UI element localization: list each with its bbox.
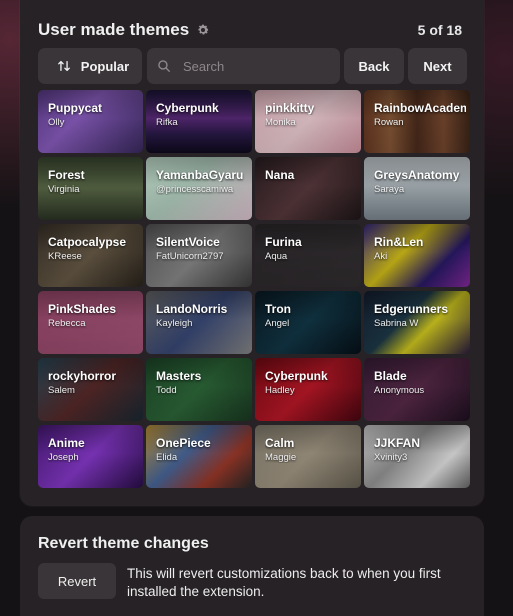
theme-author: Rifka bbox=[156, 117, 178, 128]
theme-tile[interactable]: PinkShades Rebecca bbox=[38, 291, 143, 354]
theme-author: Elida bbox=[156, 452, 178, 463]
theme-author: Sabrina W bbox=[374, 318, 419, 329]
gear-icon[interactable] bbox=[196, 23, 210, 37]
theme-author: Hadley bbox=[265, 385, 295, 396]
theme-tile[interactable]: Rin&Len Aki bbox=[364, 224, 470, 287]
theme-author: Kayleigh bbox=[156, 318, 193, 329]
user-themes-panel: User made themes 5 of 18 Popular Back Ne… bbox=[20, 0, 484, 506]
page-count: 5 of 18 bbox=[417, 22, 462, 38]
theme-author: Virginia bbox=[48, 184, 80, 195]
theme-tile[interactable]: YamanbaGyaru @princesscamiwa bbox=[146, 157, 252, 220]
theme-name: Catpocalypse bbox=[48, 235, 127, 249]
theme-tile[interactable]: Catpocalypse KReese bbox=[38, 224, 143, 287]
theme-tile[interactable]: RainbowAcademy Rowan bbox=[364, 90, 470, 153]
theme-name: Cyberpunk bbox=[265, 369, 328, 383]
theme-tile[interactable]: Furina Aqua bbox=[255, 224, 361, 287]
back-button[interactable]: Back bbox=[344, 48, 404, 84]
theme-tile[interactable]: Calm Maggie bbox=[255, 425, 361, 488]
theme-name: YamanbaGyaru bbox=[156, 168, 244, 182]
theme-name: LandoNorris bbox=[156, 302, 228, 316]
theme-author: Olly bbox=[48, 117, 65, 128]
theme-author: Angel bbox=[265, 318, 290, 329]
theme-name: Blade bbox=[374, 369, 407, 383]
search-input[interactable] bbox=[181, 57, 335, 75]
theme-author: KReese bbox=[48, 251, 82, 262]
theme-tile[interactable]: pinkkitty Monika bbox=[255, 90, 361, 153]
theme-tile[interactable]: LandoNorris Kayleigh bbox=[146, 291, 252, 354]
theme-tile[interactable]: Blade Anonymous bbox=[364, 358, 470, 421]
theme-name: pinkkitty bbox=[265, 101, 315, 115]
theme-author: @princesscamiwa bbox=[156, 184, 234, 195]
theme-tile[interactable]: rockyhorror Salem bbox=[38, 358, 143, 421]
theme-author: Rowan bbox=[374, 117, 404, 128]
toolbar: Popular Back Next bbox=[38, 48, 467, 84]
revert-button[interactable]: Revert bbox=[38, 563, 116, 599]
theme-name: Nana bbox=[265, 168, 295, 182]
theme-name: rockyhorror bbox=[48, 369, 117, 383]
theme-tile[interactable]: Nana bbox=[255, 157, 361, 220]
theme-author: Todd bbox=[156, 385, 177, 396]
theme-author: Anonymous bbox=[374, 385, 425, 396]
theme-grid: Puppycat Olly Cyberpunk Rifka pinkkitty Monik… bbox=[38, 90, 470, 488]
theme-tile[interactable]: Cyberpunk Hadley bbox=[255, 358, 361, 421]
theme-tile[interactable]: Anime Joseph bbox=[38, 425, 143, 488]
theme-author: Salem bbox=[48, 385, 75, 396]
theme-name: Forest bbox=[48, 168, 85, 182]
theme-name: JJKFAN bbox=[374, 436, 421, 450]
theme-tile[interactable]: SilentVoice FatUnicorn2797 bbox=[146, 224, 252, 287]
theme-name: RainbowAcademy bbox=[374, 101, 466, 115]
theme-name: OnePiece bbox=[156, 436, 211, 450]
theme-tile[interactable]: Masters Todd bbox=[146, 358, 252, 421]
theme-author: FatUnicorn2797 bbox=[156, 251, 224, 262]
theme-tile[interactable]: Edgerunners Sabrina W bbox=[364, 291, 470, 354]
sort-button[interactable]: Popular bbox=[38, 48, 142, 84]
sort-icon bbox=[57, 60, 70, 72]
theme-name: Cyberpunk bbox=[156, 101, 219, 115]
panel-header: User made themes 5 of 18 bbox=[38, 18, 462, 42]
theme-tile[interactable]: GreysAnatomy Saraya bbox=[364, 157, 470, 220]
theme-name: Rin&Len bbox=[374, 235, 424, 249]
theme-tile[interactable]: Puppycat Olly bbox=[38, 90, 143, 153]
theme-author: Saraya bbox=[374, 184, 405, 195]
theme-name: Puppycat bbox=[48, 101, 103, 115]
theme-author: Joseph bbox=[48, 452, 79, 463]
theme-tile[interactable]: Tron Angel bbox=[255, 291, 361, 354]
theme-tile-shade bbox=[255, 157, 361, 220]
theme-name: Edgerunners bbox=[374, 302, 449, 316]
revert-description: This will revert customizations back to … bbox=[127, 566, 441, 599]
theme-name: Tron bbox=[265, 302, 291, 316]
theme-author: Monika bbox=[265, 117, 296, 128]
search-icon bbox=[158, 60, 170, 72]
theme-tile[interactable]: OnePiece Elida bbox=[146, 425, 252, 488]
theme-name: GreysAnatomy bbox=[374, 168, 460, 182]
sort-label: Popular bbox=[80, 58, 130, 74]
theme-name: PinkShades bbox=[48, 302, 117, 316]
panel-title: User made themes bbox=[38, 20, 190, 39]
theme-tile[interactable]: JJKFAN Xvinity3 bbox=[364, 425, 470, 488]
theme-author: Rebecca bbox=[48, 318, 86, 329]
revert-panel: Revert theme changes Revert This will re… bbox=[20, 516, 484, 616]
theme-tile[interactable]: Cyberpunk Rifka bbox=[146, 90, 252, 153]
theme-tile[interactable]: Forest Virginia bbox=[38, 157, 143, 220]
revert-title: Revert theme changes bbox=[38, 535, 209, 552]
theme-name: Masters bbox=[156, 369, 202, 383]
theme-author: Aqua bbox=[265, 251, 288, 262]
theme-author: Aki bbox=[374, 251, 388, 262]
theme-name: Calm bbox=[265, 436, 295, 450]
theme-author: Maggie bbox=[265, 452, 297, 463]
theme-name: Furina bbox=[265, 235, 302, 249]
search-box[interactable] bbox=[147, 48, 340, 84]
theme-name: SilentVoice bbox=[156, 235, 220, 249]
next-button[interactable]: Next bbox=[408, 48, 467, 84]
theme-name: Anime bbox=[48, 436, 85, 450]
theme-author: Xvinity3 bbox=[374, 452, 408, 463]
